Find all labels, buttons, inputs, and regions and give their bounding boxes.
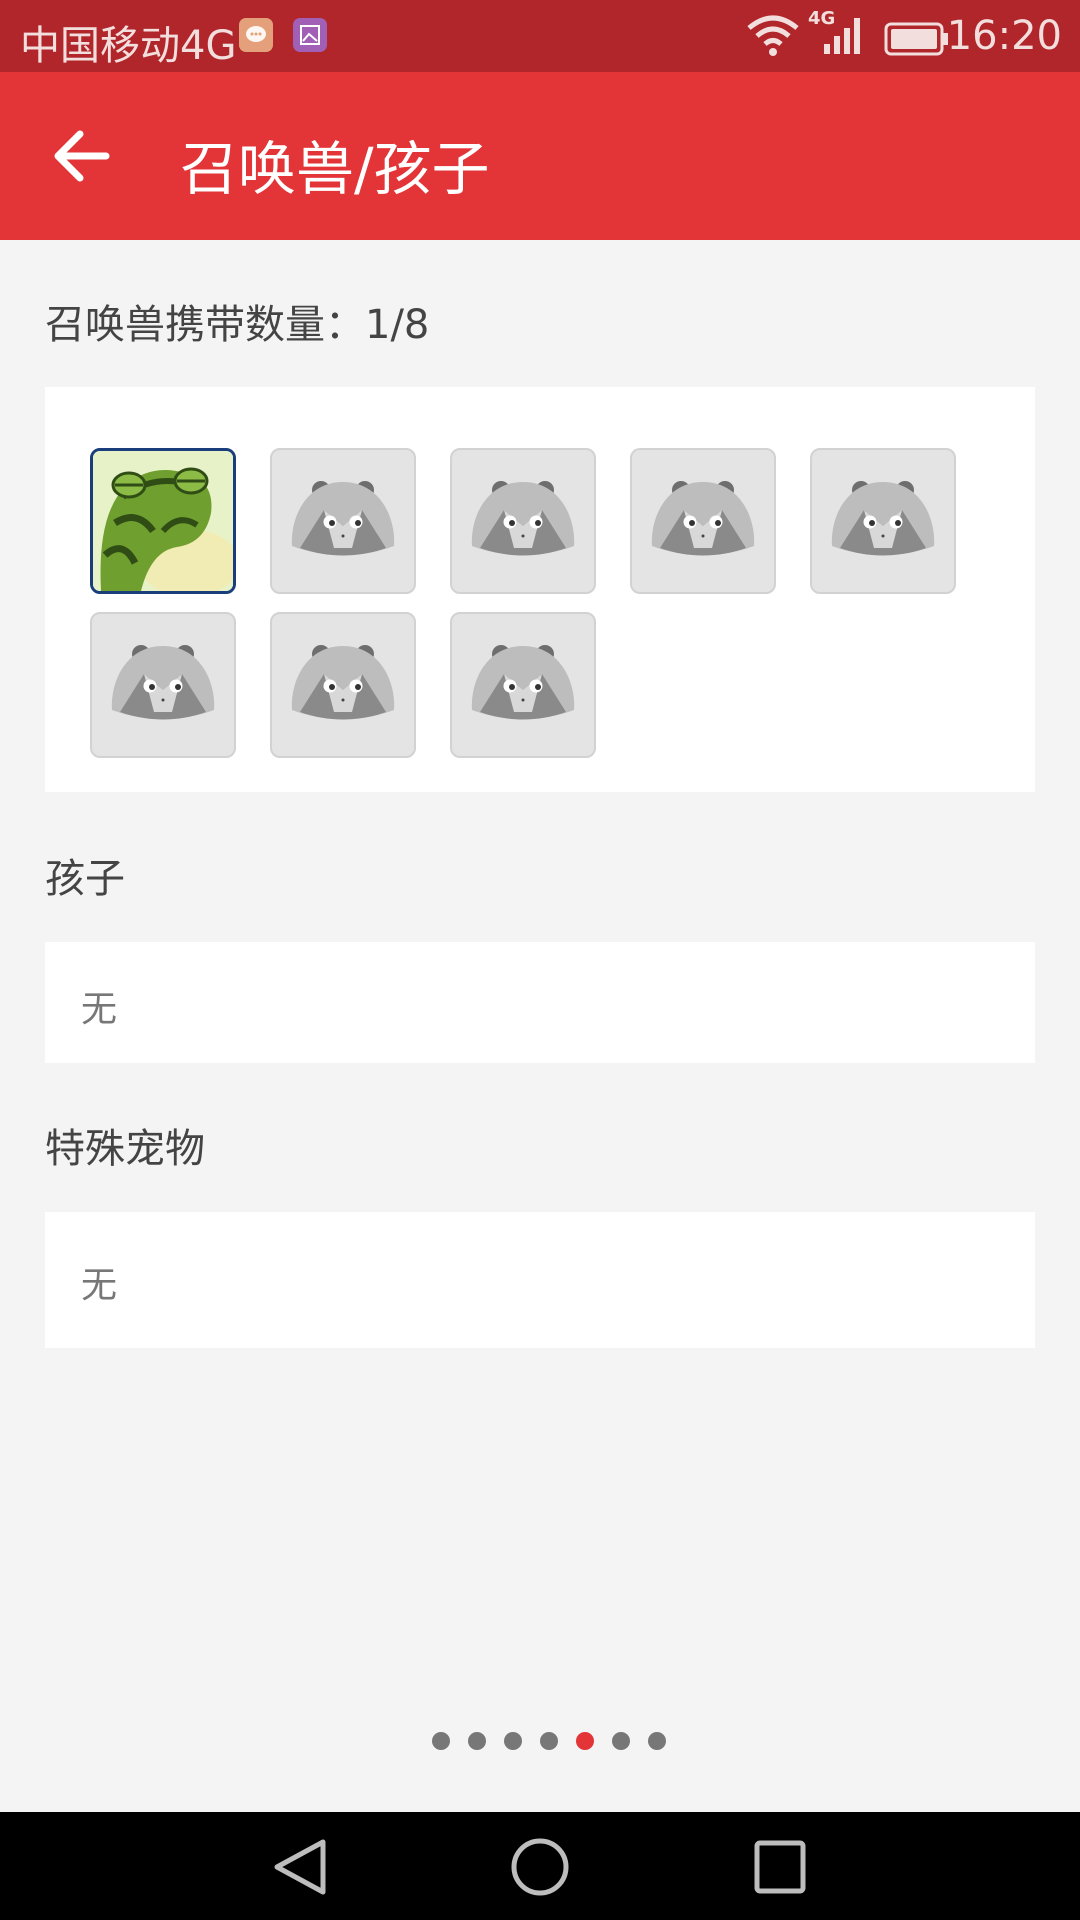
message-notification-icon (239, 18, 273, 52)
status-bar: 中国移动4G 4G 16:20 (0, 0, 1080, 72)
children-value: 无 (81, 989, 118, 1030)
children-box[interactable]: 无 (45, 942, 1035, 1063)
page-dot[interactable] (432, 1732, 450, 1750)
page-dot-active[interactable] (576, 1732, 594, 1750)
nav-recents-icon (754, 1840, 806, 1894)
carrier-label: 中国移动4G (20, 23, 237, 69)
summon-slot-empty[interactable] (270, 448, 416, 594)
page-dot[interactable] (612, 1732, 630, 1750)
wifi-icon (745, 14, 801, 68)
summon-grid (45, 387, 1035, 792)
placeholder-panda-icon (471, 645, 575, 720)
children-label: 孩子 (45, 856, 125, 902)
system-nav-bar (0, 1812, 1080, 1920)
placeholder-panda-icon (291, 645, 395, 720)
nav-back-icon (274, 1839, 326, 1895)
placeholder-panda-icon (471, 481, 575, 556)
summon-slot-empty[interactable] (450, 448, 596, 594)
special-pets-box[interactable]: 无 (45, 1212, 1035, 1348)
clock: 16:20 (946, 13, 1062, 59)
special-pets-label: 特殊宠物 (45, 1126, 205, 1172)
back-button[interactable] (40, 116, 128, 196)
nav-recents-button[interactable] (735, 1832, 825, 1902)
placeholder-panda-icon (291, 481, 395, 556)
page-dot[interactable] (504, 1732, 522, 1750)
arrow-left-icon (54, 130, 110, 182)
placeholder-panda-icon (831, 481, 935, 556)
placeholder-panda-icon (111, 645, 215, 720)
page-dot[interactable] (540, 1732, 558, 1750)
summon-slot-empty[interactable] (90, 612, 236, 758)
summon-slot-empty[interactable] (450, 612, 596, 758)
nav-back-button[interactable] (255, 1832, 345, 1902)
summon-slot-empty[interactable] (630, 448, 776, 594)
page-dot[interactable] (648, 1732, 666, 1750)
green-frog-pet-avatar (93, 451, 233, 591)
page-dot[interactable] (468, 1732, 486, 1750)
summon-slot-filled[interactable] (90, 448, 236, 594)
page-title: 召唤兽/孩子 (180, 135, 490, 203)
signal-icon (822, 16, 868, 66)
summon-slot-empty[interactable] (270, 612, 416, 758)
placeholder-panda-icon (651, 481, 755, 556)
summon-count-label: 召唤兽携带数量：1/8 (45, 302, 430, 348)
battery-icon (884, 20, 950, 66)
nav-home-icon (511, 1838, 569, 1896)
gallery-notification-icon (293, 18, 327, 52)
nav-home-button[interactable] (495, 1832, 585, 1902)
summon-slot-empty[interactable] (810, 448, 956, 594)
special-pets-value: 无 (81, 1265, 118, 1306)
app-bar: 召唤兽/孩子 (0, 72, 1080, 240)
